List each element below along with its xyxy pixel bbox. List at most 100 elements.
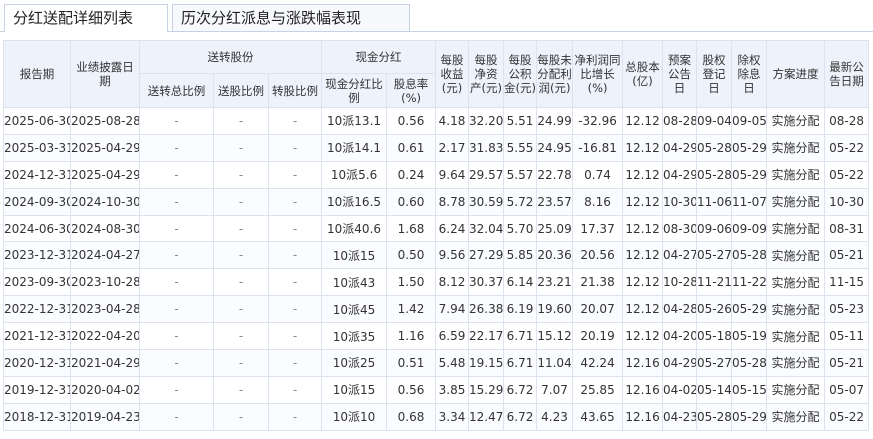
cell-undistributed-profit-per-share: 11.04 bbox=[536, 349, 574, 377]
cell-reserve-per-share: 6.71 bbox=[503, 349, 538, 377]
cell-undistributed-profit-per-share: 20.36 bbox=[536, 241, 574, 270]
cell-bonus-share-ratio: - bbox=[213, 133, 269, 162]
header-transfer-share-ratio[interactable]: 转股比例 bbox=[267, 73, 323, 108]
cell-bonus-total-ratio: - bbox=[139, 241, 214, 270]
cell-transfer-share-ratio: - bbox=[267, 241, 323, 270]
cell-record-date: 05-28 bbox=[696, 402, 733, 431]
cell-report-period: 2022-12-31 bbox=[3, 295, 71, 324]
cell-disclosure-date: 2019-04-23 bbox=[70, 402, 140, 431]
header-eps[interactable]: 每股收益(元) bbox=[435, 40, 470, 108]
cell-latest-announce-date: 08-31 bbox=[824, 214, 870, 243]
cell-ex-dividend-date: 11-07 bbox=[731, 187, 768, 216]
cell-dividend-yield: 0.61 bbox=[386, 133, 437, 162]
cell-bvps: 32.20 bbox=[468, 107, 505, 135]
cell-disclosure-date: 2024-04-27 bbox=[70, 241, 140, 270]
table-row: 2024-06-30 2024-08-30- - -10派40.6 1.68 6.24 32… bbox=[3, 214, 870, 243]
cell-total-shares: 12.12 bbox=[622, 133, 664, 162]
cell-bonus-share-ratio: - bbox=[213, 295, 269, 324]
cell-ex-dividend-date: 05-15 bbox=[731, 375, 768, 404]
cell-eps: 3.34 bbox=[435, 402, 470, 431]
cell-dividend-yield: 0.56 bbox=[386, 107, 437, 135]
cell-latest-announce-date: 08-28 bbox=[824, 107, 870, 135]
cell-cash-dividend-ratio: 10派25 bbox=[321, 349, 388, 377]
cell-net-profit-growth: 25.85 bbox=[572, 375, 624, 404]
table-row: 2025-03-31 2025-04-29- - -10派14.1 0.61 2.17 31… bbox=[3, 133, 870, 162]
cell-bvps: 26.38 bbox=[468, 295, 505, 324]
cell-total-shares: 12.12 bbox=[622, 160, 664, 189]
cell-dividend-yield: 1.16 bbox=[386, 322, 437, 351]
header-disclosure-date[interactable]: 业绩披露日期 bbox=[70, 40, 140, 108]
cell-transfer-share-ratio: - bbox=[267, 322, 323, 351]
cell-net-profit-growth: 21.38 bbox=[572, 268, 624, 297]
table-row: 2024-12-31 2025-04-29- - -10派5.6 0.24 9.64 29.… bbox=[3, 160, 870, 189]
cell-transfer-share-ratio: - bbox=[267, 402, 323, 431]
cell-transfer-share-ratio: - bbox=[267, 187, 323, 216]
cell-latest-announce-date: 05-11 bbox=[824, 322, 870, 351]
cell-bonus-share-ratio: - bbox=[213, 322, 269, 351]
cell-cash-dividend-ratio: 10派16.5 bbox=[321, 187, 388, 216]
cell-record-date: 05-26 bbox=[696, 295, 733, 324]
dividend-table: 报告期 业绩披露日期 送转股份 现金分红 每股收益(元) 每股净资产(元) 每股… bbox=[3, 40, 870, 431]
cell-bonus-total-ratio: - bbox=[139, 322, 214, 351]
table-row: 2020-12-31 2021-04-29- - -10派25 0.51 5.48 19.1… bbox=[3, 349, 870, 377]
cell-reserve-per-share: 6.19 bbox=[503, 295, 538, 324]
cell-record-date: 05-18 bbox=[696, 322, 733, 351]
cell-record-date: 05-27 bbox=[696, 349, 733, 377]
cell-report-period: 2025-03-31 bbox=[3, 133, 71, 162]
cell-eps: 7.94 bbox=[435, 295, 470, 324]
header-ex-dividend-date[interactable]: 除权除息日 bbox=[731, 40, 768, 108]
cell-ex-dividend-date: 05-29 bbox=[731, 402, 768, 431]
header-plan-progress[interactable]: 方案进度 bbox=[766, 40, 826, 108]
cell-ex-dividend-date: 09-09 bbox=[731, 214, 768, 243]
cell-eps: 6.59 bbox=[435, 322, 470, 351]
table-row: 2018-12-31 2019-04-23- - -10派10 0.68 3.34 12.4… bbox=[3, 402, 870, 431]
cell-dividend-yield: 0.60 bbox=[386, 187, 437, 216]
cell-plan-progress: 实施分配 bbox=[766, 402, 826, 431]
cell-latest-announce-date: 11-15 bbox=[824, 268, 870, 297]
header-net-profit-growth[interactable]: 净利润同比增长(%) bbox=[572, 40, 624, 108]
cell-dividend-yield: 0.56 bbox=[386, 375, 437, 404]
cell-record-date: 05-28 bbox=[696, 133, 733, 162]
header-plan-announce-date[interactable]: 预案公告日 bbox=[662, 40, 698, 108]
header-total-shares[interactable]: 总股本(亿) bbox=[622, 40, 664, 108]
tab-dividend-detail-list[interactable]: 分红送配详细列表 bbox=[4, 4, 168, 32]
cell-plan-progress: 实施分配 bbox=[766, 214, 826, 243]
cell-disclosure-date: 2024-08-30 bbox=[70, 214, 140, 243]
cell-plan-announce-date: 04-23 bbox=[662, 402, 698, 431]
header-reserve-per-share[interactable]: 每股公积金(元) bbox=[503, 40, 538, 108]
cell-bvps: 22.17 bbox=[468, 322, 505, 351]
cell-plan-announce-date: 10-28 bbox=[662, 268, 698, 297]
cell-disclosure-date: 2025-04-29 bbox=[70, 133, 140, 162]
cell-net-profit-growth: -32.96 bbox=[572, 107, 624, 135]
cell-latest-announce-date: 05-23 bbox=[824, 295, 870, 324]
header-undistributed-profit-per-share[interactable]: 每股未分配利润(元) bbox=[536, 40, 574, 108]
table-row: 2023-09-30 2023-10-28- - -10派43 1.50 8.12 30.3… bbox=[3, 268, 870, 297]
header-record-date[interactable]: 股权登记日 bbox=[696, 40, 733, 108]
cell-net-profit-growth: 42.24 bbox=[572, 349, 624, 377]
header-dividend-yield[interactable]: 股息率(%) bbox=[386, 73, 437, 108]
cell-report-period: 2020-12-31 bbox=[3, 349, 71, 377]
header-latest-announce-date[interactable]: 最新公告日期 bbox=[824, 40, 870, 108]
cell-ex-dividend-date: 05-29 bbox=[731, 160, 768, 189]
cell-bonus-share-ratio: - bbox=[213, 214, 269, 243]
cell-bvps: 32.04 bbox=[468, 214, 505, 243]
header-bonus-share-ratio[interactable]: 送股比例 bbox=[213, 73, 269, 108]
header-cash-dividend-ratio[interactable]: 现金分红比例 bbox=[321, 73, 388, 108]
cell-dividend-yield: 1.42 bbox=[386, 295, 437, 324]
cell-total-shares: 12.16 bbox=[622, 402, 664, 431]
cell-latest-announce-date: 05-22 bbox=[824, 133, 870, 162]
cell-disclosure-date: 2021-04-29 bbox=[70, 349, 140, 377]
header-bvps[interactable]: 每股净资产(元) bbox=[468, 40, 505, 108]
cell-transfer-share-ratio: - bbox=[267, 349, 323, 377]
cell-total-shares: 12.12 bbox=[622, 295, 664, 324]
cell-ex-dividend-date: 11-22 bbox=[731, 268, 768, 297]
tab-dividend-history-performance[interactable]: 历次分红派息与涨跌幅表现 bbox=[172, 4, 410, 31]
header-bonus-total-ratio[interactable]: 送转总比例 bbox=[139, 73, 214, 108]
table-row: 2022-12-31 2023-04-28- - -10派45 1.42 7.94 26.3… bbox=[3, 295, 870, 324]
cell-disclosure-date: 2022-04-20 bbox=[70, 322, 140, 351]
header-report-period[interactable]: 报告期 bbox=[3, 40, 71, 108]
cell-eps: 5.48 bbox=[435, 349, 470, 377]
cell-plan-announce-date: 04-29 bbox=[662, 349, 698, 377]
cell-bonus-total-ratio: - bbox=[139, 133, 214, 162]
cell-transfer-share-ratio: - bbox=[267, 214, 323, 243]
